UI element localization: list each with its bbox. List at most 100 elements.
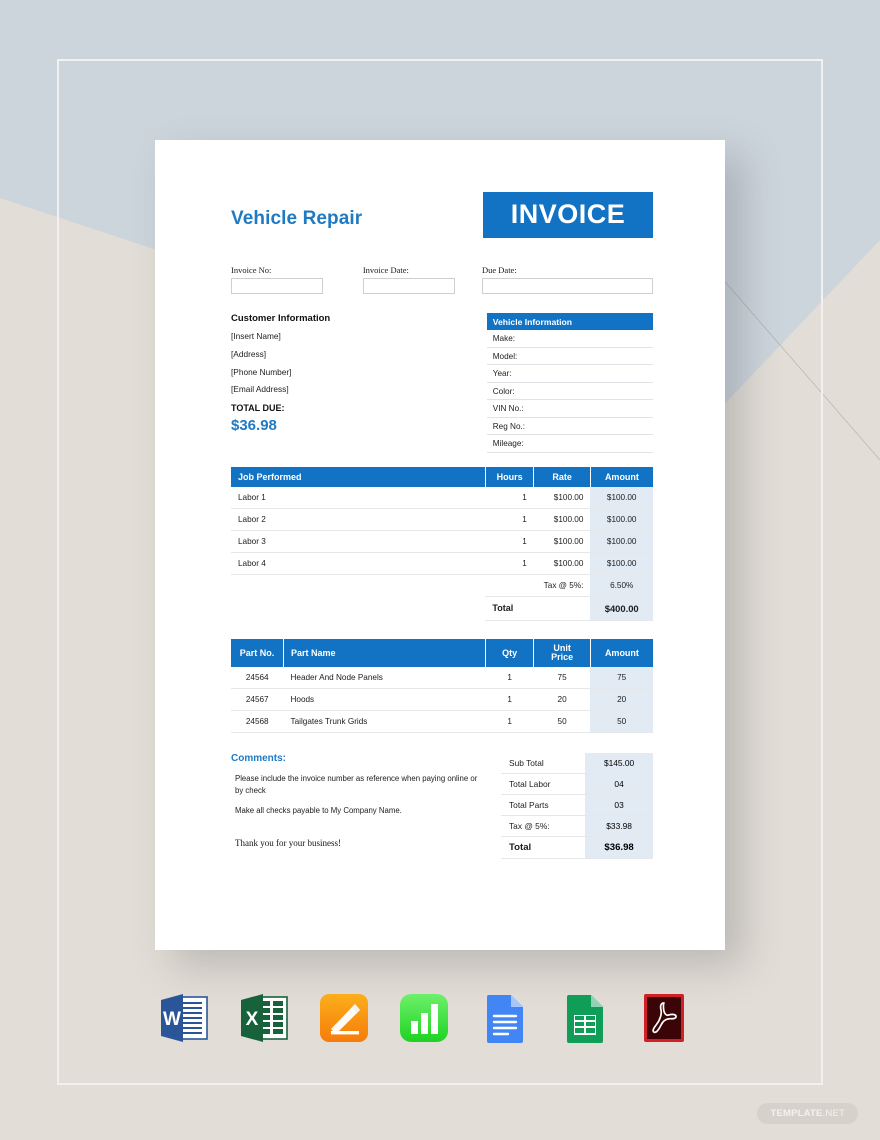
part-qty: 1 [485,688,534,712]
screenshot-scene: Vehicle Repair INVOICE Invoice No: Invoi… [0,0,880,1140]
labor-tax-row: Tax @ 5%: 6.50% [231,574,653,597]
parts-col-unit-price: Unit Price [533,638,591,668]
labor-tax-value: 6.50% [590,574,653,597]
svg-text:W: W [163,1009,181,1030]
labor-col-hours: Hours [485,466,535,487]
vehicle-information-title: Vehicle Information [486,313,653,330]
tax-value: $33.98 [585,815,653,838]
tax-label: Tax @ 5%: [501,815,586,838]
labor-job: Labor 1 [231,486,486,509]
customer-name: [Insert Name] [231,331,281,341]
labor-total-spacer [231,596,485,620]
comments-block: Comments: Please include the invoice num… [231,753,501,859]
totals-row-grand-total: Total $36.98 [501,836,653,860]
vehicle-color-row[interactable]: Color: [486,383,653,400]
total-parts-value: 03 [585,794,653,817]
vehicle-information-block: Vehicle Information Make: Model: Year: C… [486,313,653,453]
labor-rate: $100.00 [533,530,591,553]
labor-rate: $100.00 [533,508,591,531]
vehicle-make-row[interactable]: Make: [486,330,653,348]
vehicle-model-row[interactable]: Model: [486,348,653,365]
table-row[interactable]: 24564 Header And Node Panels 1 75 75 [231,667,653,690]
parts-col-qty: Qty [485,638,535,668]
labor-rate: $100.00 [533,486,591,509]
part-no: 24568 [231,710,284,734]
labor-job: Labor 3 [231,530,486,553]
google-docs-icon[interactable] [475,989,533,1047]
total-parts-label: Total Parts [501,794,586,817]
subtotal-value: $145.00 [585,753,653,775]
total-labor-value: 04 [585,773,653,796]
svg-text:X: X [246,1009,259,1030]
invoice-date-input[interactable] [362,278,455,294]
labor-rate: $100.00 [533,552,591,575]
due-date-label: Due Date: [482,265,517,275]
part-amount: 75 [590,667,653,690]
vehicle-vin-row[interactable]: VIN No.: [486,400,653,418]
totals-row-tax: Tax @ 5%: $33.98 [501,815,653,838]
adobe-pdf-icon[interactable] [635,989,693,1047]
thank-you-note: Thank you for your business! [235,838,341,849]
due-date-field: Due Date: [482,265,653,294]
part-amount: 50 [590,710,653,734]
part-unit-price: 50 [533,710,591,734]
invoice-header: Vehicle Repair INVOICE [231,192,653,238]
part-name: Header And Node Panels [283,667,486,690]
total-due-label: TOTAL DUE: [231,403,285,414]
watermark-bold: TEMPLATE [770,1108,823,1119]
vehicle-reg-row[interactable]: Reg No.: [486,418,653,435]
table-row[interactable]: Labor 1 1 $100.00 $100.00 [231,486,653,509]
customer-phone: [Phone Number] [231,366,292,377]
customer-email: [Email Address] [231,384,289,395]
customer-vehicle-section: Customer Information [Insert Name] [Addr… [231,313,653,453]
invoice-no-input[interactable] [231,278,323,294]
part-name: Hoods [283,688,486,712]
invoice-meta-row: Invoice No: Invoice Date: Due Date: [231,265,653,294]
totals-row-total-parts: Total Parts 03 [501,794,653,817]
total-due-value: $36.98 [231,417,277,435]
part-no: 24567 [231,688,284,712]
total-labor-label: Total Labor [501,773,586,796]
apple-numbers-icon[interactable] [395,989,453,1047]
labor-hours: 1 [485,530,534,553]
labor-hours: 1 [485,552,534,575]
labor-hours: 1 [485,508,534,531]
due-date-input[interactable] [482,278,653,294]
table-row[interactable]: Labor 3 1 $100.00 $100.00 [231,530,653,553]
labor-job: Labor 4 [231,552,486,575]
part-unit-price: 75 [533,667,591,690]
part-no: 24564 [231,667,284,690]
parts-col-no: Part No. [231,638,284,668]
labor-col-job: Job Performed [231,466,486,487]
customer-information-title: Customer Information [231,313,331,324]
labor-hours: 1 [485,486,534,509]
invoice-no-label: Invoice No: [231,265,272,275]
part-name: Tailgates Trunk Grids [283,710,486,734]
table-row[interactable]: 24568 Tailgates Trunk Grids 1 50 50 [231,710,653,734]
comments-paragraph-1: Please include the invoice number as ref… [235,774,478,795]
totals-row-subtotal: Sub Total $145.00 [501,753,653,775]
parts-table: Part No. Part Name Qty Unit Price Amount… [231,638,653,734]
customer-address: [Address] [231,348,267,359]
labor-table: Job Performed Hours Rate Amount Labor 1 … [231,466,653,621]
comments-totals-section: Comments: Please include the invoice num… [231,753,653,860]
part-qty: 1 [485,710,534,734]
labor-total-value: $400.00 [590,596,653,621]
table-row[interactable]: 24567 Hoods 1 20 20 [231,688,653,712]
labor-amount: $100.00 [590,486,653,509]
vehicle-mileage-row[interactable]: Mileage: [486,435,653,453]
company-title: Vehicle Repair [231,208,363,229]
labor-tax-spacer [231,574,485,596]
table-row[interactable]: Labor 4 1 $100.00 $100.00 [231,552,653,575]
vehicle-year-row[interactable]: Year: [486,365,653,383]
customer-information-block: Customer Information [Insert Name] [Addr… [231,313,487,453]
parts-col-amount: Amount [590,638,653,668]
apple-pages-icon[interactable] [315,989,373,1047]
table-row[interactable]: Labor 2 1 $100.00 $100.00 [231,508,653,531]
invoice-date-field: Invoice Date: [362,265,482,294]
google-sheets-icon[interactable] [555,989,613,1047]
invoice-document: Vehicle Repair INVOICE Invoice No: Invoi… [155,140,725,950]
parts-table-header-row: Part No. Part Name Qty Unit Price Amount [231,638,653,668]
microsoft-word-icon[interactable]: W [155,989,213,1047]
microsoft-excel-icon[interactable]: X [235,989,293,1047]
